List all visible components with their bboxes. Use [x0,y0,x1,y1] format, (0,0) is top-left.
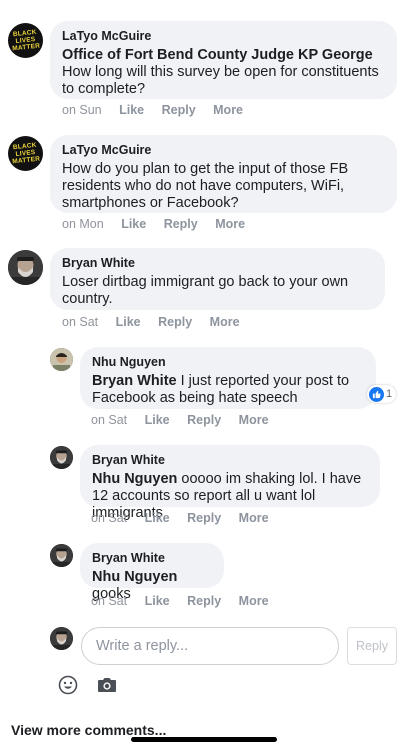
avatar[interactable]: BLACK LIVES MATTER [8,23,43,58]
reply-bubble: Bryan White Nhu Nguyen ooooo im shaking … [80,445,380,521]
mention[interactable]: Bryan White [92,373,177,389]
comment-bubble: LaTyo McGuire How do you plan to get the… [50,135,397,213]
more-link[interactable]: More [210,315,240,329]
comment-author[interactable]: Bryan White [62,256,373,270]
mention[interactable]: Nhu Nguyen [92,471,177,487]
comment-body: Loser dirtbag immigrant go back to your … [62,274,349,307]
reply-link[interactable]: Reply [164,217,198,231]
mention[interactable]: Nhu Nguyen [92,569,177,585]
reply-link[interactable]: Reply [187,511,221,525]
comment-text: Office of Fort Bend County Judge KP Geor… [62,47,385,98]
avatar[interactable]: BLACK LIVES MATTER [8,136,43,171]
reply-meta: on Sat Like Reply More [91,594,283,608]
reply-bubble: Bryan White Nhu Nguyen gooks [80,543,224,602]
reply-link[interactable]: Reply [187,594,221,608]
like-reaction-icon [369,386,384,402]
like-link[interactable]: Like [145,413,170,427]
reply-time[interactable]: on Sat [91,511,127,525]
like-link[interactable]: Like [119,103,144,117]
comment-meta: on Sat Like Reply More [62,315,254,329]
reply-link[interactable]: Reply [162,103,196,117]
avatar[interactable] [8,250,43,285]
comment-time[interactable]: on Sun [62,103,102,117]
reply-submit-button[interactable]: Reply [347,627,397,665]
reply-time[interactable]: on Sat [91,413,127,427]
comment-bubble: LaTyo McGuire Office of Fort Bend County… [50,21,397,99]
current-user-avatar [50,627,73,650]
like-link[interactable]: Like [145,511,170,525]
more-link[interactable]: More [239,594,269,608]
avatar[interactable] [50,544,73,567]
avatar-photo [50,348,73,371]
more-link[interactable]: More [239,413,269,427]
reply-author[interactable]: Nhu Nguyen [92,355,364,369]
avatar-photo [50,446,73,469]
home-indicator [131,737,277,742]
reply-author[interactable]: Bryan White [92,551,212,565]
avatar-photo [8,250,43,285]
reply-link[interactable]: Reply [187,413,221,427]
reply-meta: on Sat Like Reply More [91,511,283,525]
avatar-badge-text: BLACK LIVES MATTER [12,28,41,53]
comment-meta: on Sun Like Reply More [62,103,257,117]
comment-bubble: Bryan White Loser dirtbag immigrant go b… [50,248,385,310]
reply-link[interactable]: Reply [158,315,192,329]
emoji-icon[interactable] [58,675,78,695]
reply-text: Bryan White I just reported your post to… [92,373,364,407]
avatar[interactable] [50,446,73,469]
reaction-badge[interactable]: 1 [367,385,397,403]
avatar-photo [50,544,73,567]
reply-bubble: Nhu Nguyen Bryan White I just reported y… [80,347,376,409]
avatar-badge-text: BLACK LIVES MATTER [12,141,41,166]
like-link[interactable]: Like [116,315,141,329]
reaction-count: 1 [386,388,393,400]
comment-time[interactable]: on Mon [62,217,104,231]
camera-icon[interactable] [97,676,117,693]
reply-time[interactable]: on Sat [91,594,127,608]
mention[interactable]: Office of Fort Bend County Judge KP Geor… [62,47,373,63]
like-link[interactable]: Like [145,594,170,608]
reply-author[interactable]: Bryan White [92,453,368,467]
like-link[interactable]: Like [121,217,146,231]
avatar-photo [50,627,73,650]
comment-body: How do you plan to get the input of thos… [62,161,349,211]
comment-author[interactable]: LaTyo McGuire [62,29,385,43]
comment-time[interactable]: on Sat [62,315,98,329]
more-link[interactable]: More [215,217,245,231]
comment-meta: on Mon Like Reply More [62,217,259,231]
comment-body: How long will this survey be open for co… [62,64,379,97]
comment-author[interactable]: LaTyo McGuire [62,143,385,157]
reply-meta: on Sat Like Reply More [91,413,283,427]
avatar[interactable] [50,348,73,371]
reply-input[interactable]: Write a reply... [81,627,339,665]
more-link[interactable]: More [213,103,243,117]
more-link[interactable]: More [239,511,269,525]
view-more-comments-link[interactable]: View more comments... [11,722,166,738]
